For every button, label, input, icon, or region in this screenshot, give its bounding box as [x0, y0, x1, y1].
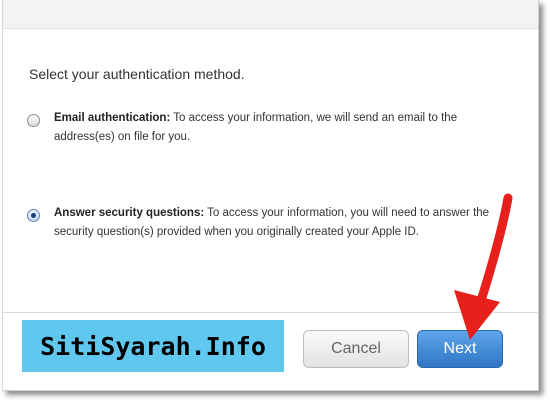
security-questions-radio[interactable]: [27, 209, 40, 222]
page-title: Select your authentication method.: [29, 66, 245, 82]
email-authentication-radio[interactable]: [27, 114, 40, 127]
watermark-text: SitiSyarah.Info: [40, 331, 266, 361]
cancel-button[interactable]: Cancel: [303, 330, 409, 368]
dialog-header-strip: [3, 0, 538, 29]
red-arrow-shape: [454, 193, 513, 340]
security-questions-title: Answer security questions:: [54, 207, 205, 219]
option-email-authentication[interactable]: Email authentication: To access your inf…: [27, 112, 507, 147]
email-authentication-title: Email authentication:: [54, 112, 171, 124]
email-authentication-text: Email authentication: To access your inf…: [54, 109, 507, 147]
red-arrow-icon: [454, 193, 513, 340]
watermark-banner: SitiSyarah.Info: [22, 320, 284, 372]
option-security-questions[interactable]: Answer security questions: To access you…: [27, 207, 507, 242]
